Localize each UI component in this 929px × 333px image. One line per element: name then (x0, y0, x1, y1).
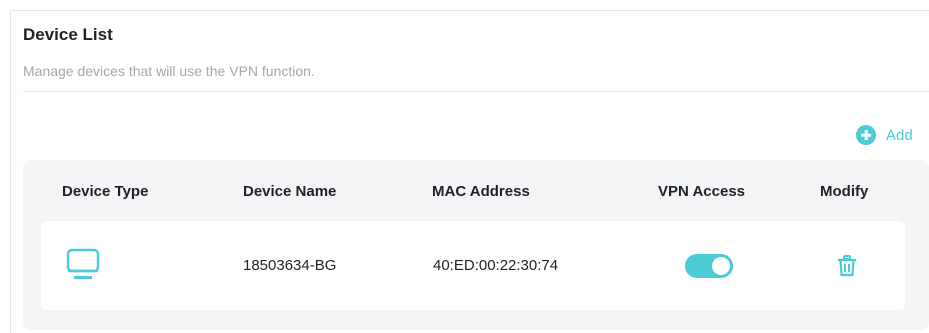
trash-icon[interactable] (837, 255, 857, 277)
table-row: 18503634-BG 40:ED:00:22:30:74 (41, 221, 905, 310)
page-subtitle: Manage devices that will use the VPN fun… (23, 63, 315, 79)
add-button-label: Add (886, 126, 913, 144)
device-name-cell: 18503634-BG (243, 257, 337, 274)
mac-address-cell: 40:ED:00:22:30:74 (433, 257, 559, 274)
column-header-device-type: Device Type (62, 183, 149, 200)
page-title: Device List (23, 25, 113, 44)
column-header-device-name: Device Name (243, 183, 337, 200)
column-header-mac-address: MAC Address (432, 183, 530, 200)
monitor-icon (66, 248, 100, 279)
divider (23, 91, 929, 92)
device-table: Device Type Device Name MAC Address VPN … (23, 160, 929, 330)
vpn-access-toggle[interactable] (685, 254, 733, 278)
column-header-vpn-access: VPN Access (658, 183, 745, 200)
add-device-button[interactable]: Add (856, 125, 913, 145)
toggle-knob (712, 257, 730, 275)
plus-circle-icon (856, 125, 876, 145)
column-header-modify: Modify (820, 183, 869, 200)
